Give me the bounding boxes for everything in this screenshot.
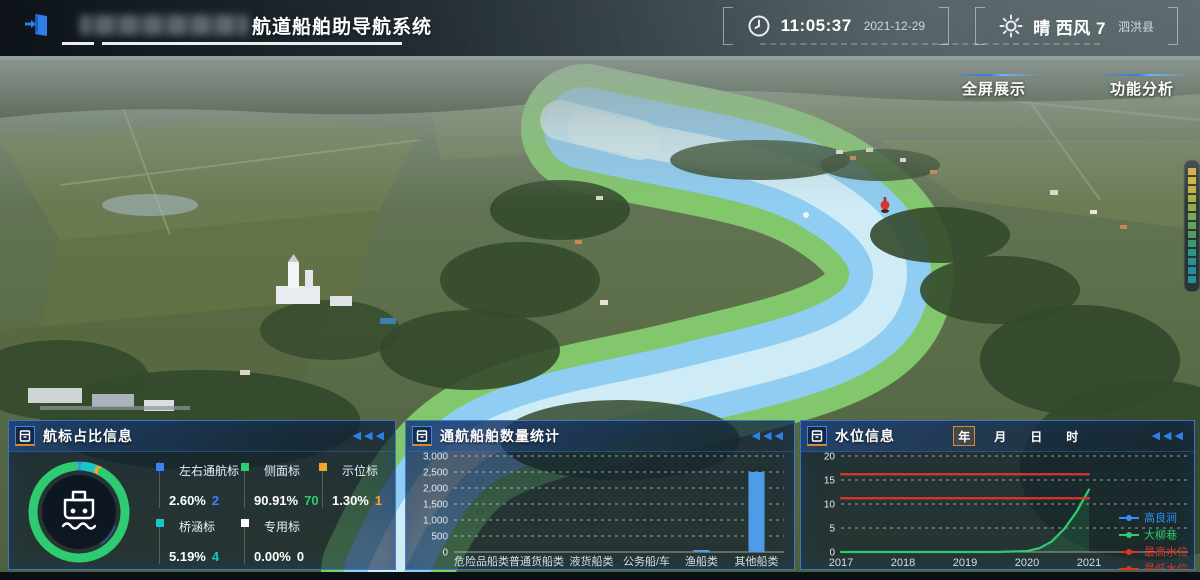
legend-label: 示位标 [342, 462, 414, 479]
legend-item: 专用标 0.00%0 [244, 518, 336, 564]
svg-text:2,000: 2,000 [423, 484, 448, 495]
clock-icon [747, 14, 771, 38]
archive-icon [811, 430, 823, 442]
ship-stats-header: 通航船舶数量统计 ◀◀◀ [406, 421, 794, 452]
legend-value: 0.00%0 [254, 549, 336, 564]
x-axis-year-label: 2019 [953, 557, 977, 569]
water-level-tab-bar: 年月日时 [953, 426, 1083, 446]
x-axis-year-label: 2021 [1077, 557, 1101, 569]
legend-color-swatch [241, 463, 249, 471]
legend-color-swatch [241, 519, 249, 527]
bar [694, 550, 710, 552]
svg-text:1,500: 1,500 [423, 500, 448, 511]
buoy-ratio-panel: 航标占比信息 ◀◀◀ 左右通航标2.60%2侧面标90.91%70示位标1.30… [8, 420, 396, 570]
bracket-left [975, 7, 985, 45]
weather-group: 晴 西风 7 泗洪县 [975, 7, 1178, 45]
bracket-right [1168, 7, 1178, 45]
legend-item: 示位标 1.30%1 [322, 462, 414, 508]
x-axis-year-label: 2020 [1015, 557, 1039, 569]
collapse-chevrons-icon[interactable]: ◀◀◀ [1152, 431, 1186, 442]
legend-label[interactable]: 最低水位 [1144, 562, 1188, 571]
panel-title: 通航船舶数量统计 [440, 426, 560, 446]
legend-item: 桥涵标5.19%4 [159, 518, 251, 564]
legend-color-swatch [156, 519, 164, 527]
collapse-chevrons-icon[interactable]: ◀◀◀ [752, 431, 786, 442]
water-level-panel: 水位信息 年月日时 ◀◀◀ 05101520201720182019202020… [800, 420, 1195, 570]
svg-text:10: 10 [824, 500, 836, 511]
legend-color-swatch [156, 463, 164, 471]
legend-label[interactable]: 大柳巷 [1144, 528, 1177, 542]
bar-category-label: 渔船类 [685, 554, 718, 568]
legend-value: 5.19%4 [169, 549, 251, 564]
fullscreen-button[interactable]: 全屏展示 [948, 74, 1040, 105]
svg-text:1,000: 1,000 [423, 516, 448, 527]
bar-category-label: 普通货船类 [509, 554, 564, 568]
water-level-tab-年[interactable]: 年 [953, 426, 975, 446]
panel-title: 航标占比信息 [43, 426, 133, 446]
action-button-row: 全屏展示 功能分析 [948, 74, 1188, 105]
water-level-tab-月[interactable]: 月 [989, 426, 1011, 446]
weather-summary: 晴 西风 7 [1033, 14, 1106, 39]
x-axis-year-label: 2017 [829, 557, 853, 569]
app-logo-icon [22, 10, 52, 40]
svg-text:15: 15 [824, 476, 836, 487]
function-analysis-button[interactable]: 功能分析 [1096, 74, 1188, 105]
svg-text:500: 500 [431, 532, 448, 543]
water-level-header: 水位信息 年月日时 ◀◀◀ [801, 421, 1194, 452]
legend-label[interactable]: 高良涧 [1144, 511, 1177, 525]
water-level-tab-日[interactable]: 日 [1025, 426, 1047, 446]
clock-group: 11:05:37 2021-12-29 [723, 7, 950, 45]
bar-category-label: 危险品船类 [454, 554, 509, 568]
location-label: 泗洪县 [1118, 18, 1154, 35]
boat-marker[interactable] [803, 212, 809, 218]
top-header-bar: 航道船舶助导航系统 11:05:37 2021-12-29 晴 西风 7 泗洪县 [0, 0, 1200, 56]
collapse-chevrons-icon[interactable]: ◀◀◀ [353, 431, 387, 442]
sun-icon [999, 14, 1023, 38]
bar-category-label: 液货船类 [570, 554, 614, 568]
bar-category-label: 公务船/车 [623, 554, 670, 568]
bar [749, 472, 765, 552]
svg-text:20: 20 [824, 452, 836, 463]
panel-icon-box [15, 426, 35, 446]
panel-icon-box [807, 426, 827, 446]
legend-label: 专用标 [264, 518, 336, 535]
svg-text:2,500: 2,500 [423, 468, 448, 479]
legend-color-swatch [319, 463, 327, 471]
archive-icon [19, 430, 31, 442]
title-underline [62, 42, 402, 45]
panel-icon-box [412, 426, 432, 446]
bracket-left [723, 7, 733, 45]
current-time: 11:05:37 [781, 16, 852, 36]
ship-stats-panel: 通航船舶数量统计 ◀◀◀ 0 500 1,000 1,500 2,000 2,500 3,0… [405, 420, 795, 570]
panel-title: 水位信息 [835, 426, 895, 446]
legend-item: 左右通航标2.60%2 [159, 462, 251, 508]
legend-label[interactable]: 最高水位 [1144, 545, 1188, 559]
water-level-line-chart: 0510152020172018201920202021高良涧大柳巷最高水位最低… [801, 452, 1196, 570]
legend-value: 1.30%1 [332, 493, 414, 508]
topbar-decor-dashes [760, 43, 1100, 47]
buoy-donut-chart [23, 456, 135, 573]
ship-count-bar-chart: 0 500 1,000 1,500 2,000 2,500 3,000 危险品船类普通货船类液… [406, 452, 796, 570]
buoy-ratio-header: 航标占比信息 ◀◀◀ [9, 421, 395, 452]
svg-text:3,000: 3,000 [423, 452, 448, 463]
title-prefix-redacted [80, 15, 248, 35]
water-level-tab-时[interactable]: 时 [1061, 426, 1083, 446]
archive-icon [416, 430, 428, 442]
x-axis-year-label: 2018 [891, 557, 915, 569]
current-date: 2021-12-29 [864, 19, 925, 33]
bracket-right [939, 7, 949, 45]
svg-text:5: 5 [829, 524, 835, 535]
system-title: 航道船舶助导航系统 [252, 12, 432, 39]
svg-text:0: 0 [442, 548, 448, 559]
bar-category-label: 其他船类 [735, 554, 779, 568]
legend-value: 2.60%2 [169, 493, 251, 508]
